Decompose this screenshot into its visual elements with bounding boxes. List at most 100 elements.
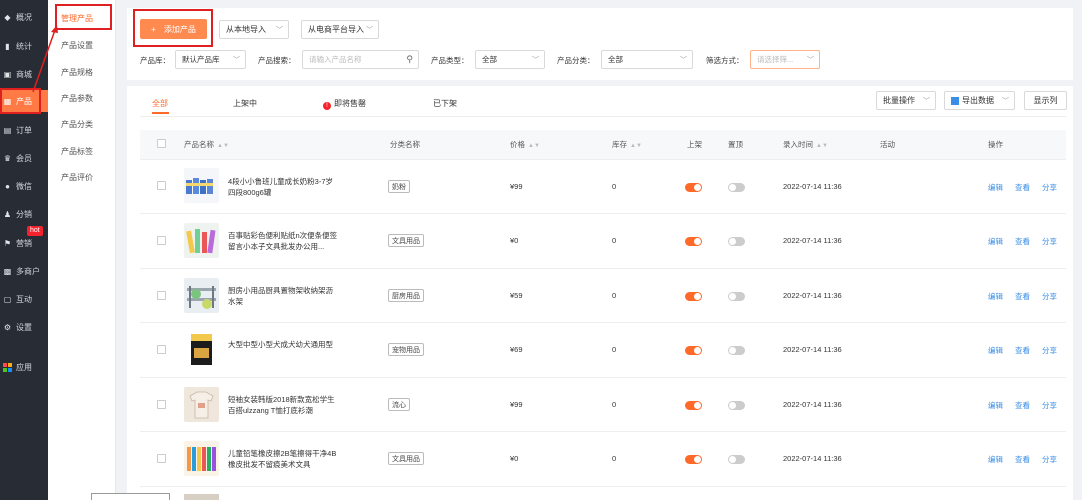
view-link[interactable]: 查看 xyxy=(1015,345,1030,356)
sidebar-item-multi-merchant[interactable]: ▩ 多商户 xyxy=(0,260,48,282)
sidebar-item-settings[interactable]: ⚙ 设置 xyxy=(0,316,48,338)
share-link[interactable]: 分享 xyxy=(1042,345,1057,356)
product-thumbnail[interactable] xyxy=(184,494,219,500)
listed-toggle[interactable] xyxy=(685,455,702,464)
sidebar-item-distribution[interactable]: ♟ 分销 xyxy=(0,203,48,225)
edit-link[interactable]: 编辑 xyxy=(988,454,1003,465)
header-stock[interactable]: 库存 ▲▼ xyxy=(612,139,642,150)
share-link[interactable]: 分享 xyxy=(1042,182,1057,193)
listed-toggle[interactable] xyxy=(685,292,702,301)
pinned-toggle[interactable] xyxy=(728,292,745,301)
search-icon[interactable]: ⚲ xyxy=(406,54,413,65)
pinned-toggle[interactable] xyxy=(728,401,745,410)
product-name[interactable]: 百事贴彩色便利贴纸n次便条便签留言小本子文具批发办公用... xyxy=(228,230,340,252)
header-product-name[interactable]: 产品名称 ▲▼ xyxy=(184,139,229,150)
product-name[interactable]: 4段小小鲁班儿童成长奶粉3-7岁四段800g6罐 xyxy=(228,176,340,198)
header-entry-time[interactable]: 录入时间 ▲▼ xyxy=(783,139,828,150)
subnav-item-specs[interactable]: 产品规格 xyxy=(61,67,93,78)
filter-method-label: 筛选方式： xyxy=(706,56,744,65)
pinned-toggle[interactable] xyxy=(728,237,745,246)
subnav-item-tags[interactable]: 产品标签 xyxy=(61,146,93,157)
edit-link[interactable]: 编辑 xyxy=(988,345,1003,356)
tabs-divider xyxy=(140,116,1066,117)
product-name[interactable]: 儿童铅笔橡皮擦2B笔擦得干净4B橡皮批发不留痕美术文具 xyxy=(228,448,340,470)
edit-link[interactable]: 编辑 xyxy=(988,291,1003,302)
product-thumbnail[interactable] xyxy=(184,387,219,422)
edit-link[interactable]: 编辑 xyxy=(988,236,1003,247)
subnav-item-categories[interactable]: 产品分类 xyxy=(61,119,93,130)
pinned-toggle[interactable] xyxy=(728,346,745,355)
view-link[interactable]: 查看 xyxy=(1015,182,1030,193)
sort-icon: ▲▼ xyxy=(816,143,828,149)
batch-actions-button[interactable]: 批量操作 ﹀ xyxy=(876,91,936,110)
chevron-down-icon: ﹀ xyxy=(923,98,930,105)
tab-listed[interactable]: 上架中 xyxy=(233,98,257,109)
import-local-button[interactable]: 从本地导入 ﹀ xyxy=(219,20,289,39)
tab-low-stock[interactable]: ! 即将售罄 xyxy=(323,98,366,110)
filter-method-select[interactable]: 请选择筛... ﹀ xyxy=(750,50,820,69)
listed-toggle[interactable] xyxy=(685,346,702,355)
view-link[interactable]: 查看 xyxy=(1015,236,1030,247)
wechat-icon: ● xyxy=(5,181,10,191)
product-name[interactable]: 大型中型小型犬成犬幼犬通用型 xyxy=(228,339,340,350)
table-header xyxy=(140,130,1066,159)
category-select[interactable]: 全部 ﹀ xyxy=(601,50,693,69)
subnav-item-settings[interactable]: 产品设置 xyxy=(61,40,93,51)
listed-toggle[interactable] xyxy=(685,237,702,246)
subnav-item-params[interactable]: 产品参数 xyxy=(61,93,93,104)
sidebar-item-marketing[interactable]: ⚑ 营销 xyxy=(0,232,48,254)
row-checkbox[interactable] xyxy=(157,454,166,463)
share-link[interactable]: 分享 xyxy=(1042,454,1057,465)
share-link[interactable]: 分享 xyxy=(1042,236,1057,247)
sidebar-item-interaction[interactable]: ▢ 互动 xyxy=(0,288,48,310)
tab-delisted[interactable]: 已下架 xyxy=(433,98,457,109)
row-checkbox[interactable] xyxy=(157,291,166,300)
subnav-item-reviews[interactable]: 产品评价 xyxy=(61,172,93,183)
product-thumbnail[interactable] xyxy=(184,441,219,476)
row-checkbox[interactable] xyxy=(157,400,166,409)
library-select[interactable]: 默认产品库 ﹀ xyxy=(175,50,246,69)
pinned-toggle[interactable] xyxy=(728,183,745,192)
share-link[interactable]: 分享 xyxy=(1042,291,1057,302)
header-price[interactable]: 价格 ▲▼ xyxy=(510,139,540,150)
product-thumbnail[interactable] xyxy=(184,223,219,258)
crown-icon: ♛ xyxy=(3,153,12,163)
search-label: 产品搜索： xyxy=(258,56,296,65)
stock-cell: 0 xyxy=(612,236,617,245)
edit-link[interactable]: 编辑 xyxy=(988,182,1003,193)
pinned-toggle[interactable] xyxy=(728,455,745,464)
price-cell: ¥59 xyxy=(510,291,523,300)
row-divider xyxy=(140,159,1066,160)
row-checkbox[interactable] xyxy=(157,236,166,245)
price-cell: ¥99 xyxy=(510,400,523,409)
price-cell: ¥99 xyxy=(510,182,523,191)
view-link[interactable]: 查看 xyxy=(1015,454,1030,465)
product-name[interactable]: 厨房小用品厨具置物架收纳架沥水架 xyxy=(228,285,340,307)
sidebar-item-members[interactable]: ♛ 会员 xyxy=(0,147,48,169)
sidebar-item-wechat[interactable]: ● 微信 xyxy=(0,175,48,197)
category-tag: 文具用品 xyxy=(388,452,424,465)
listed-toggle[interactable] xyxy=(685,183,702,192)
product-name[interactable]: 短袖女装韩版2018新款宽松学生百搭ulzzang T恤打底衫潮 xyxy=(228,394,340,416)
view-link[interactable]: 查看 xyxy=(1015,291,1030,302)
search-input[interactable]: 请输入产品名称 ⚲ xyxy=(302,50,419,69)
row-divider xyxy=(140,322,1066,323)
share-link[interactable]: 分享 xyxy=(1042,400,1057,411)
row-checkbox[interactable] xyxy=(157,345,166,354)
display-columns-button[interactable]: 显示列 xyxy=(1024,91,1067,110)
export-data-button[interactable]: 导出数据 ﹀ xyxy=(944,91,1015,110)
product-thumbnail[interactable] xyxy=(184,168,219,203)
type-select[interactable]: 全部 ﹀ xyxy=(475,50,545,69)
listed-toggle[interactable] xyxy=(685,401,702,410)
row-checkbox[interactable] xyxy=(157,181,166,190)
sidebar-item-apps[interactable]: 应用 xyxy=(0,356,48,378)
sidebar-item-orders[interactable]: ▤ 订单 xyxy=(0,119,48,141)
import-ecommerce-button[interactable]: 从电商平台导入 ﹀ xyxy=(301,20,379,39)
product-thumbnail[interactable] xyxy=(184,278,219,313)
edit-link[interactable]: 编辑 xyxy=(988,400,1003,411)
tab-all[interactable]: 全部 xyxy=(152,98,168,109)
view-link[interactable]: 查看 xyxy=(1015,400,1030,411)
product-thumbnail[interactable] xyxy=(184,332,219,367)
select-all-checkbox[interactable] xyxy=(157,139,166,148)
users-icon: ♟ xyxy=(3,209,12,219)
